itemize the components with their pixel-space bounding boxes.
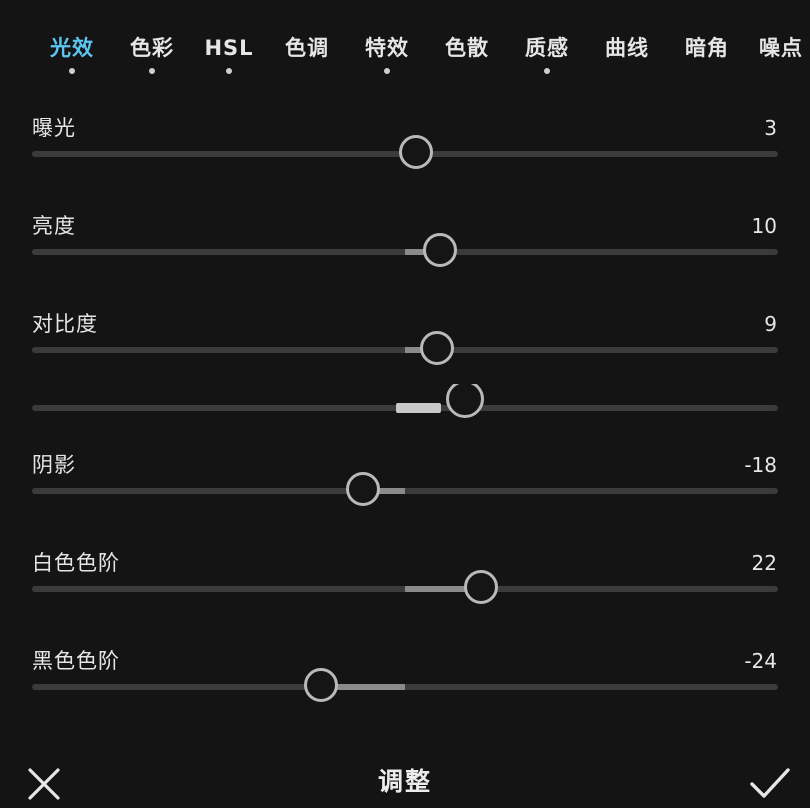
tab-label: HSL bbox=[204, 36, 254, 60]
whites-slider[interactable] bbox=[32, 567, 778, 611]
tab-label: 曲线 bbox=[605, 36, 649, 60]
shadows-slider[interactable] bbox=[32, 469, 778, 513]
slider-thumb[interactable] bbox=[399, 135, 433, 169]
slider-thumb[interactable] bbox=[446, 384, 484, 418]
tab-tone[interactable]: 色调 bbox=[279, 34, 335, 82]
tab-curves[interactable]: 曲线 bbox=[599, 34, 655, 82]
tab-label: 质感 bbox=[525, 36, 569, 60]
slider-thumb[interactable] bbox=[420, 331, 454, 365]
slider-thumb[interactable] bbox=[464, 570, 498, 604]
bottom-action-bar: 调整 bbox=[0, 752, 810, 800]
adjust-category-tabs: 光效 色彩 HSL 色调 特效 色散 质感 曲线 暗角 噪点 bbox=[0, 0, 810, 95]
slider-row-brightness: 亮度 10 bbox=[0, 212, 810, 310]
tab-light[interactable]: 光效 bbox=[44, 34, 100, 82]
slider-track bbox=[32, 684, 778, 690]
brightness-slider[interactable] bbox=[32, 230, 778, 274]
tab-label: 光效 bbox=[50, 36, 94, 60]
tab-vignette[interactable]: 暗角 bbox=[679, 34, 735, 82]
modified-dot bbox=[544, 68, 550, 74]
tab-texture[interactable]: 质感 bbox=[519, 34, 575, 82]
modified-dot bbox=[226, 68, 232, 74]
slider-thumb[interactable] bbox=[346, 472, 380, 506]
clipped-slider[interactable] bbox=[32, 384, 778, 424]
slider-fill bbox=[396, 403, 441, 413]
tab-label: 色调 bbox=[285, 36, 329, 60]
tab-label: 色散 bbox=[445, 36, 489, 60]
panel-title: 调整 bbox=[377, 767, 432, 796]
slider-thumb[interactable] bbox=[423, 233, 457, 267]
modified-dot bbox=[69, 68, 75, 74]
blacks-slider[interactable] bbox=[32, 665, 778, 709]
slider-track bbox=[32, 488, 778, 494]
confirm-button[interactable] bbox=[748, 764, 790, 804]
modified-dot bbox=[384, 68, 390, 74]
slider-row-whites: 白色色阶 22 bbox=[0, 549, 810, 647]
slider-row-exposure: 曝光 3 bbox=[0, 114, 810, 212]
tab-hsl[interactable]: HSL bbox=[203, 34, 255, 82]
tab-label: 噪点 bbox=[759, 36, 803, 60]
modified-dot bbox=[149, 68, 155, 74]
tab-effects[interactable]: 特效 bbox=[359, 34, 415, 82]
tab-dispersion[interactable]: 色散 bbox=[439, 34, 495, 82]
tab-noise[interactable]: 噪点 bbox=[759, 34, 810, 82]
slider-row-shadows: 阴影 -18 bbox=[0, 451, 810, 549]
slider-thumb[interactable] bbox=[304, 668, 338, 702]
tab-label: 特效 bbox=[365, 36, 409, 60]
contrast-slider[interactable] bbox=[32, 328, 778, 372]
tab-label: 暗角 bbox=[685, 36, 729, 60]
tab-label: 色彩 bbox=[130, 36, 174, 60]
checkmark-icon bbox=[750, 768, 790, 798]
slider-row-blacks: 黑色色阶 -24 bbox=[0, 647, 810, 745]
tab-color[interactable]: 色彩 bbox=[124, 34, 180, 82]
exposure-slider[interactable] bbox=[32, 132, 778, 176]
